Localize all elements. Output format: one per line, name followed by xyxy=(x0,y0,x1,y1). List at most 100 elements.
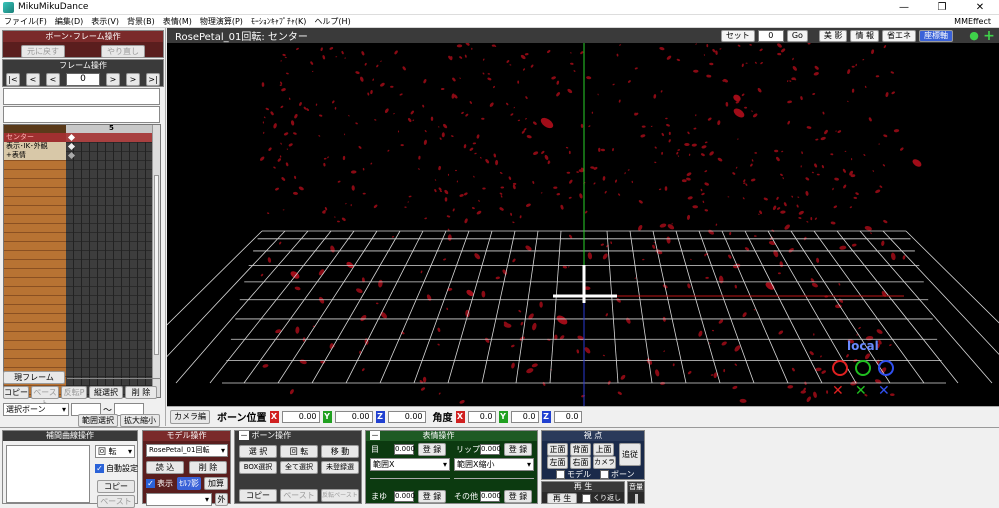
menu-file[interactable]: ファイル(F) xyxy=(0,16,51,27)
menu-view[interactable]: 表示(V) xyxy=(87,16,123,27)
magnifier-icon[interactable]: ● xyxy=(968,29,980,42)
other-register-button[interactable]: 登 録 xyxy=(504,490,532,503)
menu-edit[interactable]: 編集(D) xyxy=(51,16,87,27)
menu-help[interactable]: ヘルプ(H) xyxy=(310,16,354,27)
move-gizmo-icons[interactable]: ✕ ✕ ✕ xyxy=(832,383,890,399)
menu-physics[interactable]: 物理演算(P) xyxy=(196,16,247,27)
select-all-button[interactable]: 全て選択 xyxy=(280,461,318,474)
frame-slider[interactable] xyxy=(67,377,161,382)
menu-background[interactable]: 背景(B) xyxy=(123,16,159,27)
outer-parent-button[interactable]: 外 xyxy=(215,493,228,506)
front-view-button[interactable]: 正面 xyxy=(547,443,568,456)
prev-frame-button[interactable]: < xyxy=(46,73,60,86)
first-frame-button[interactable]: |< xyxy=(6,73,20,86)
last-frame-button[interactable]: >| xyxy=(146,73,160,86)
keyframe-marker[interactable] xyxy=(67,142,76,151)
bone-reverse-paste-button[interactable]: 反転ペースト xyxy=(321,489,359,502)
eye-register-button[interactable]: 登 録 xyxy=(418,443,446,456)
3d-viewport[interactable]: local ✕ ✕ ✕ xyxy=(167,43,999,406)
position-y-input[interactable]: 0.00 xyxy=(334,410,373,423)
bone-row-center[interactable]: センター xyxy=(4,133,66,142)
interp-type-dropdown[interactable]: 回 転 xyxy=(95,445,135,458)
add-blend-button[interactable]: 加算 xyxy=(204,477,228,490)
copy-button[interactable]: コピー xyxy=(3,386,29,399)
info-button[interactable]: 情 報 xyxy=(850,29,879,42)
bone-move-button[interactable]: 移 動 xyxy=(321,445,359,458)
bone-copy-button[interactable]: コピー xyxy=(239,489,277,502)
brow-value[interactable]: 0.000 xyxy=(394,491,415,502)
bone-select-button[interactable]: 選 択 xyxy=(239,445,277,458)
go-button[interactable]: Go xyxy=(786,29,808,42)
unregistered-select-button[interactable]: 未登録選 xyxy=(321,461,359,474)
left-view-button[interactable]: 左面 xyxy=(547,456,568,469)
auto-setting-checkbox[interactable]: ✓ 自動設定 xyxy=(95,463,138,474)
comment-field[interactable] xyxy=(3,106,160,123)
lip-register-button[interactable]: 登 録 xyxy=(504,443,532,456)
bone-paste-button[interactable]: ペースト xyxy=(280,489,318,502)
paste-button[interactable]: ペースト xyxy=(31,386,59,408)
model-dropdown[interactable]: RosePetal_01回転 xyxy=(146,444,228,457)
right-view-button[interactable]: 右面 xyxy=(570,456,591,469)
undo-button[interactable]: 元に戻す xyxy=(21,45,65,58)
bone-row-expression[interactable]: +表情 xyxy=(4,151,66,160)
minimize-button[interactable]: — xyxy=(885,0,923,15)
keyframe-marker[interactable] xyxy=(67,151,76,160)
bone-name-field[interactable] xyxy=(3,88,160,105)
camera-edit-button[interactable]: カメラ編 xyxy=(170,409,210,424)
maximize-button[interactable]: ❐ xyxy=(923,0,961,15)
menu-mmeffect[interactable]: MMEffect xyxy=(950,17,995,26)
timeline-scrollbar[interactable] xyxy=(152,125,160,397)
bone-row-display-ik[interactable]: 表示･IK･外観 xyxy=(4,142,66,151)
eco-button[interactable]: 省エネ xyxy=(882,29,916,42)
angle-z-input[interactable]: 0.0 xyxy=(553,410,582,423)
load-button[interactable]: 読 込 xyxy=(146,461,184,474)
outer-parent-dropdown[interactable] xyxy=(146,493,212,506)
axis-button[interactable]: 座標軸 xyxy=(919,29,953,42)
model-view-checkbox[interactable]: モデル xyxy=(556,469,591,480)
model-delete-button[interactable]: 削 除 xyxy=(189,461,227,474)
frame-number-input[interactable]: 0 xyxy=(66,73,100,86)
timeline-grid[interactable]: 5 xyxy=(66,125,152,397)
viewport-canvas[interactable]: local ✕ ✕ ✕ xyxy=(167,43,999,406)
next-frame-button[interactable]: > xyxy=(106,73,120,86)
box-select-button[interactable]: BOX選択 xyxy=(239,461,277,474)
next-key-button[interactable]: > xyxy=(126,73,140,86)
interp-copy-button[interactable]: コピー xyxy=(97,480,135,493)
select-bone-dropdown[interactable]: 選択ボーン xyxy=(3,403,69,416)
other-value[interactable]: 0.000 xyxy=(480,491,501,502)
bone-rotate-button[interactable]: 回 転 xyxy=(280,445,318,458)
position-z-input[interactable]: 0.00 xyxy=(387,410,426,423)
bone-view-checkbox[interactable]: ボーン xyxy=(600,469,635,480)
eye-value[interactable]: 0.000 xyxy=(394,444,415,455)
angle-y-input[interactable]: 0.0 xyxy=(510,410,539,423)
camera-view-button[interactable]: カメラ xyxy=(593,456,616,469)
menu-motion-capture[interactable]: ﾓｰｼｮﾝｷｬﾌﾟﾁｬ(K) xyxy=(247,16,311,27)
self-shadow-button[interactable]: ｾﾙﾌ影 xyxy=(177,477,201,490)
follow-button[interactable]: 追従 xyxy=(619,443,641,466)
lip-slider[interactable] xyxy=(454,473,534,479)
brow-register-button[interactable]: 登 録 xyxy=(418,490,446,503)
back-view-button[interactable]: 背面 xyxy=(570,443,591,456)
interp-paste-button[interactable]: ペースト xyxy=(97,495,135,508)
eye-slider[interactable] xyxy=(370,473,450,479)
timeline[interactable]: センター 表示･IK･外観 +表情 5 xyxy=(3,124,161,398)
prev-key-button[interactable]: < xyxy=(26,73,40,86)
current-frame-button[interactable]: 現フレーム xyxy=(3,371,65,384)
set-button[interactable]: セット xyxy=(720,29,755,42)
repeat-checkbox[interactable]: くり返し xyxy=(582,493,621,503)
angle-x-input[interactable]: 0.0 xyxy=(467,410,496,423)
lip-value[interactable]: 0.000 xyxy=(480,444,501,455)
vertical-select-button[interactable]: 縦選択 xyxy=(89,386,123,399)
zoom-button[interactable]: 拡大縮小 xyxy=(120,414,160,427)
menu-expression[interactable]: 表情(M) xyxy=(159,16,196,27)
show-checkbox[interactable]: ✓ 表示 xyxy=(146,478,173,489)
top-view-button[interactable]: 上面 xyxy=(593,443,614,456)
redo-button[interactable]: やり直し xyxy=(101,45,145,58)
delete-button[interactable]: 削 除 xyxy=(125,386,157,399)
range-select-button[interactable]: 範囲選択 xyxy=(78,414,118,427)
set-value-input[interactable]: 0 xyxy=(757,29,784,42)
eye-morph-dropdown[interactable]: 範囲X xyxy=(370,458,450,471)
close-button[interactable]: ✕ xyxy=(961,0,999,15)
reverse-paste-button[interactable]: 反転P xyxy=(61,386,87,399)
plus-icon[interactable]: + xyxy=(983,29,995,43)
